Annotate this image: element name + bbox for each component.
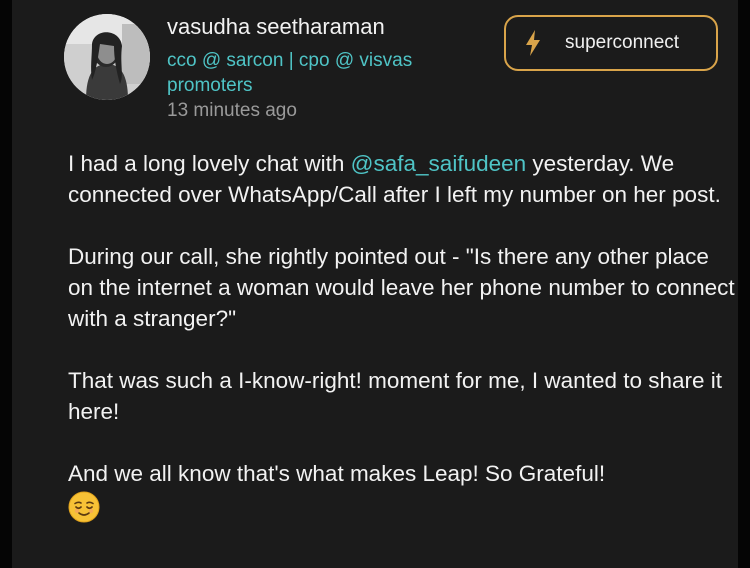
post-body: I had a long lovely chat with @safa_saif… <box>68 148 738 523</box>
avatar-photo <box>64 14 150 100</box>
author-name[interactable]: vasudha seetharaman <box>167 14 385 40</box>
paragraph-text: And we all know that's what makes Leap! … <box>68 461 606 486</box>
post-paragraph: And we all know that's what makes Leap! … <box>68 458 738 523</box>
relieved-face-icon <box>68 491 100 523</box>
paragraph-text: I had a long lovely chat with <box>68 151 351 176</box>
author-role: cco @ sarcon | cpo @ visvas promoters <box>167 50 413 96</box>
superconnect-label: superconnect <box>565 32 680 53</box>
post-paragraph: During our call, she rightly pointed out… <box>68 244 735 331</box>
post-card: vasudha seetharaman cco @ sarcon | cpo @… <box>12 0 738 568</box>
superconnect-button[interactable]: superconnect <box>504 15 718 71</box>
lightning-bolt-icon <box>526 30 540 56</box>
user-mention-link[interactable]: @safa_saifudeen <box>351 151 526 176</box>
post-timestamp: 13 minutes ago <box>167 100 297 121</box>
post-paragraph: That was such a I-know-right! moment for… <box>68 368 723 424</box>
avatar[interactable] <box>64 14 150 100</box>
post-paragraph: I had a long lovely chat with @safa_saif… <box>68 148 738 210</box>
